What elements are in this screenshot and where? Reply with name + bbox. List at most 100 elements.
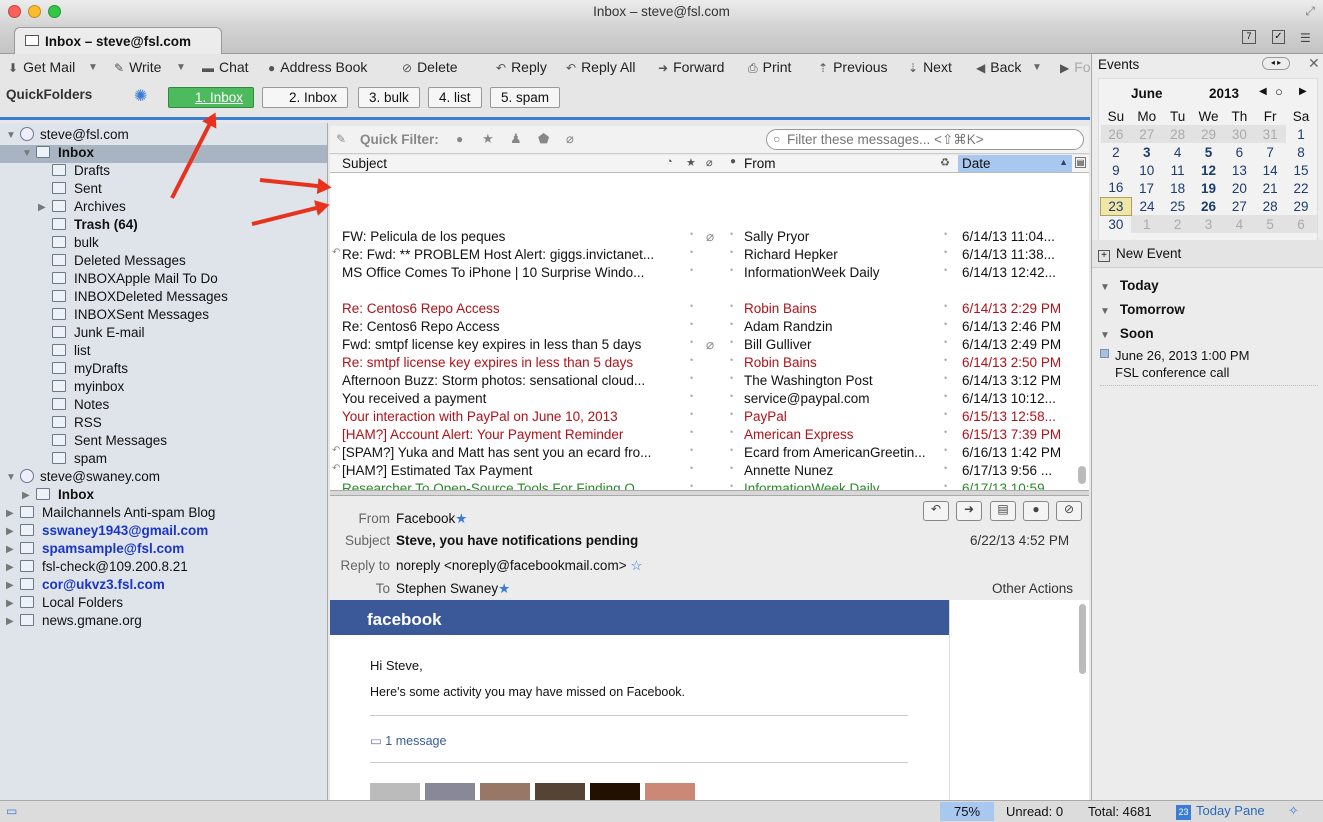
folder-news-gmane-org[interactable]: news.gmane.org [20,613,142,631]
address-book-button[interactable]: ● Address Book [268,59,367,75]
friend-photo[interactable] [590,783,640,800]
tasks-tab-icon[interactable]: ✓ [1272,30,1285,44]
calendar-day[interactable]: 22 [1286,179,1317,197]
message-row[interactable]: Afternoon Buzz: Storm photos: sensationa… [330,372,1075,390]
folder-mydrafts[interactable]: myDrafts [52,361,128,379]
message-row[interactable] [330,282,1075,300]
star-dot-icon[interactable]: • [690,463,693,473]
next-button[interactable]: ⇣ Next [908,59,952,75]
junk-dot-icon[interactable]: • [944,265,947,275]
reply-icon[interactable]: ↶ [923,501,949,521]
read-dot-icon[interactable]: • [730,391,733,401]
read-dot-icon[interactable]: • [730,373,733,383]
read-dot-icon[interactable]: • [730,247,733,257]
star-dot-icon[interactable]: • [690,409,693,419]
calendar-day[interactable]: 8 [1286,143,1317,161]
message-row[interactable]: You received a payment • • service@paypal.c… [330,390,1075,408]
calendar-day[interactable]: 2 [1101,143,1132,161]
delete-button[interactable]: ⊘ Delete [402,59,458,75]
read-dot-icon[interactable]: • [730,301,733,311]
junk-dot-icon[interactable]: • [944,427,947,437]
next-month-icon[interactable]: ▶ [1299,86,1307,97]
expand-triangle-icon[interactable]: ▼ [6,130,16,141]
junk-dot-icon[interactable]: • [944,373,947,383]
friend-photo[interactable] [645,783,695,800]
activity-icon[interactable]: ▭ [6,804,17,818]
calendar-day[interactable]: 10 [1131,161,1162,179]
star-dot-icon[interactable]: • [690,265,693,275]
calendar-year[interactable]: 2013 [1209,86,1239,101]
calendar-day[interactable]: 17 [1131,179,1162,197]
subject-column-header[interactable]: Subject [342,156,387,171]
folder-drafts[interactable]: Drafts [52,163,110,181]
star-dot-icon[interactable]: • [690,247,693,257]
calendar-day[interactable]: 20 [1224,179,1255,197]
calendar-day[interactable]: 18 [1162,179,1193,197]
message-row[interactable]: ↶ Re: Fwd: ** PROBLEM Host Alert: giggs.i… [330,246,1075,264]
calendar-day[interactable]: 29 [1286,197,1317,215]
unread-filter-icon[interactable]: ● [456,132,463,146]
star-outline-icon[interactable]: ☆ [630,558,642,573]
expand-triangle-icon[interactable]: ▼ [22,148,32,159]
junk-dot-icon[interactable]: • [944,409,947,419]
write-button[interactable]: ✎ Write [114,59,161,75]
junk-dot-icon[interactable]: • [944,463,947,473]
calendar-day[interactable]: 27 [1131,125,1163,143]
expand-triangle-icon[interactable]: ▶ [6,616,14,627]
date-column-header[interactable]: Date ▲ [958,155,1072,172]
folder-archives[interactable]: Archives [52,199,126,217]
calendar-day[interactable]: 30 [1101,215,1132,233]
message-row[interactable]: [HAM?] Account Alert: Your Payment Remin… [330,426,1075,444]
junk-dot-icon[interactable]: • [944,319,947,329]
other-actions-button[interactable]: Other Actions [992,581,1073,596]
calendar-day[interactable]: 19 [1193,179,1224,197]
star-column-icon[interactable]: ★ [686,156,696,169]
tab-inbox[interactable]: Inbox – steve@fsl.com [14,27,222,55]
folder-rss[interactable]: RSS [52,415,102,433]
message-row[interactable]: ↶ [HAM?] Estimated Tax Payment • • Annette N… [330,462,1075,480]
folder-cor-ukvz3-fsl-com[interactable]: cor@ukvz3.fsl.com [20,577,165,595]
calendar-day[interactable]: 16 [1101,179,1132,197]
folder-myinbox[interactable]: myinbox [52,379,124,397]
calendar-day[interactable]: 27 [1224,197,1255,215]
junk-dot-icon[interactable]: • [944,337,947,347]
calendar-day[interactable]: 12 [1193,161,1224,179]
folder-steve-fsl-com[interactable]: steve@fsl.com [20,127,129,145]
message-row[interactable]: MS Office Comes To iPhone | 10 Surprise … [330,264,1075,282]
print-button[interactable]: ⎙ Print [748,59,791,76]
menu-icon[interactable]: ☰ [1300,31,1311,45]
star-dot-icon[interactable]: • [690,229,693,239]
calendar-day[interactable]: 31 [1254,125,1286,143]
read-dot-icon[interactable]: • [730,409,733,419]
expand-triangle-icon[interactable]: ▶ [6,544,14,555]
folder-inbox[interactable]: Inbox [36,145,94,163]
star-icon[interactable]: ★ [455,511,467,526]
junk-dot-icon[interactable]: • [944,481,947,490]
expand-triangle-icon[interactable]: ▶ [6,508,14,519]
folder-sent-messages[interactable]: Sent Messages [52,433,167,451]
folder-spam[interactable]: spam [52,451,107,469]
calendar-day[interactable]: 14 [1255,161,1286,179]
read-dot-icon[interactable]: • [730,229,733,239]
expand-triangle-icon[interactable]: ▶ [22,490,30,501]
calendar-day[interactable]: 15 [1286,161,1317,179]
calendar-day[interactable]: 29 [1193,125,1224,143]
message-link[interactable]: ▭ 1 message [370,733,446,748]
calendar-day[interactable]: 7 [1255,143,1286,161]
reply-all-button[interactable]: ↶ Reply All [566,59,636,75]
read-dot-icon[interactable]: • [730,445,733,455]
contact-filter-icon[interactable]: ♟ [510,131,522,147]
star-dot-icon[interactable]: • [690,319,693,329]
message-row[interactable]: FW: Pelicula de los peques • ⌀ • Sally Pryor… [330,228,1075,246]
friend-photo[interactable] [425,783,475,800]
forward-icon[interactable]: ➜ [956,501,982,521]
calendar-month[interactable]: June [1131,86,1163,101]
event-item[interactable]: June 26, 2013 1:00 PM FSL conference cal… [1100,348,1318,386]
message-row[interactable]: Re: Centos6 Repo Access • • Robin Bains • 6/1… [330,300,1075,318]
today-section[interactable]: ▼ Today [1100,278,1159,293]
folder-bulk[interactable]: bulk [52,235,99,253]
calendar-day[interactable]: 11 [1162,161,1193,179]
folder-sswaney1943-gmail-com[interactable]: sswaney1943@gmail.com [20,523,208,541]
expand-triangle-icon[interactable]: ▶ [6,598,14,609]
folder-inboxapple-mail-to-do[interactable]: INBOXApple Mail To Do [52,271,218,289]
